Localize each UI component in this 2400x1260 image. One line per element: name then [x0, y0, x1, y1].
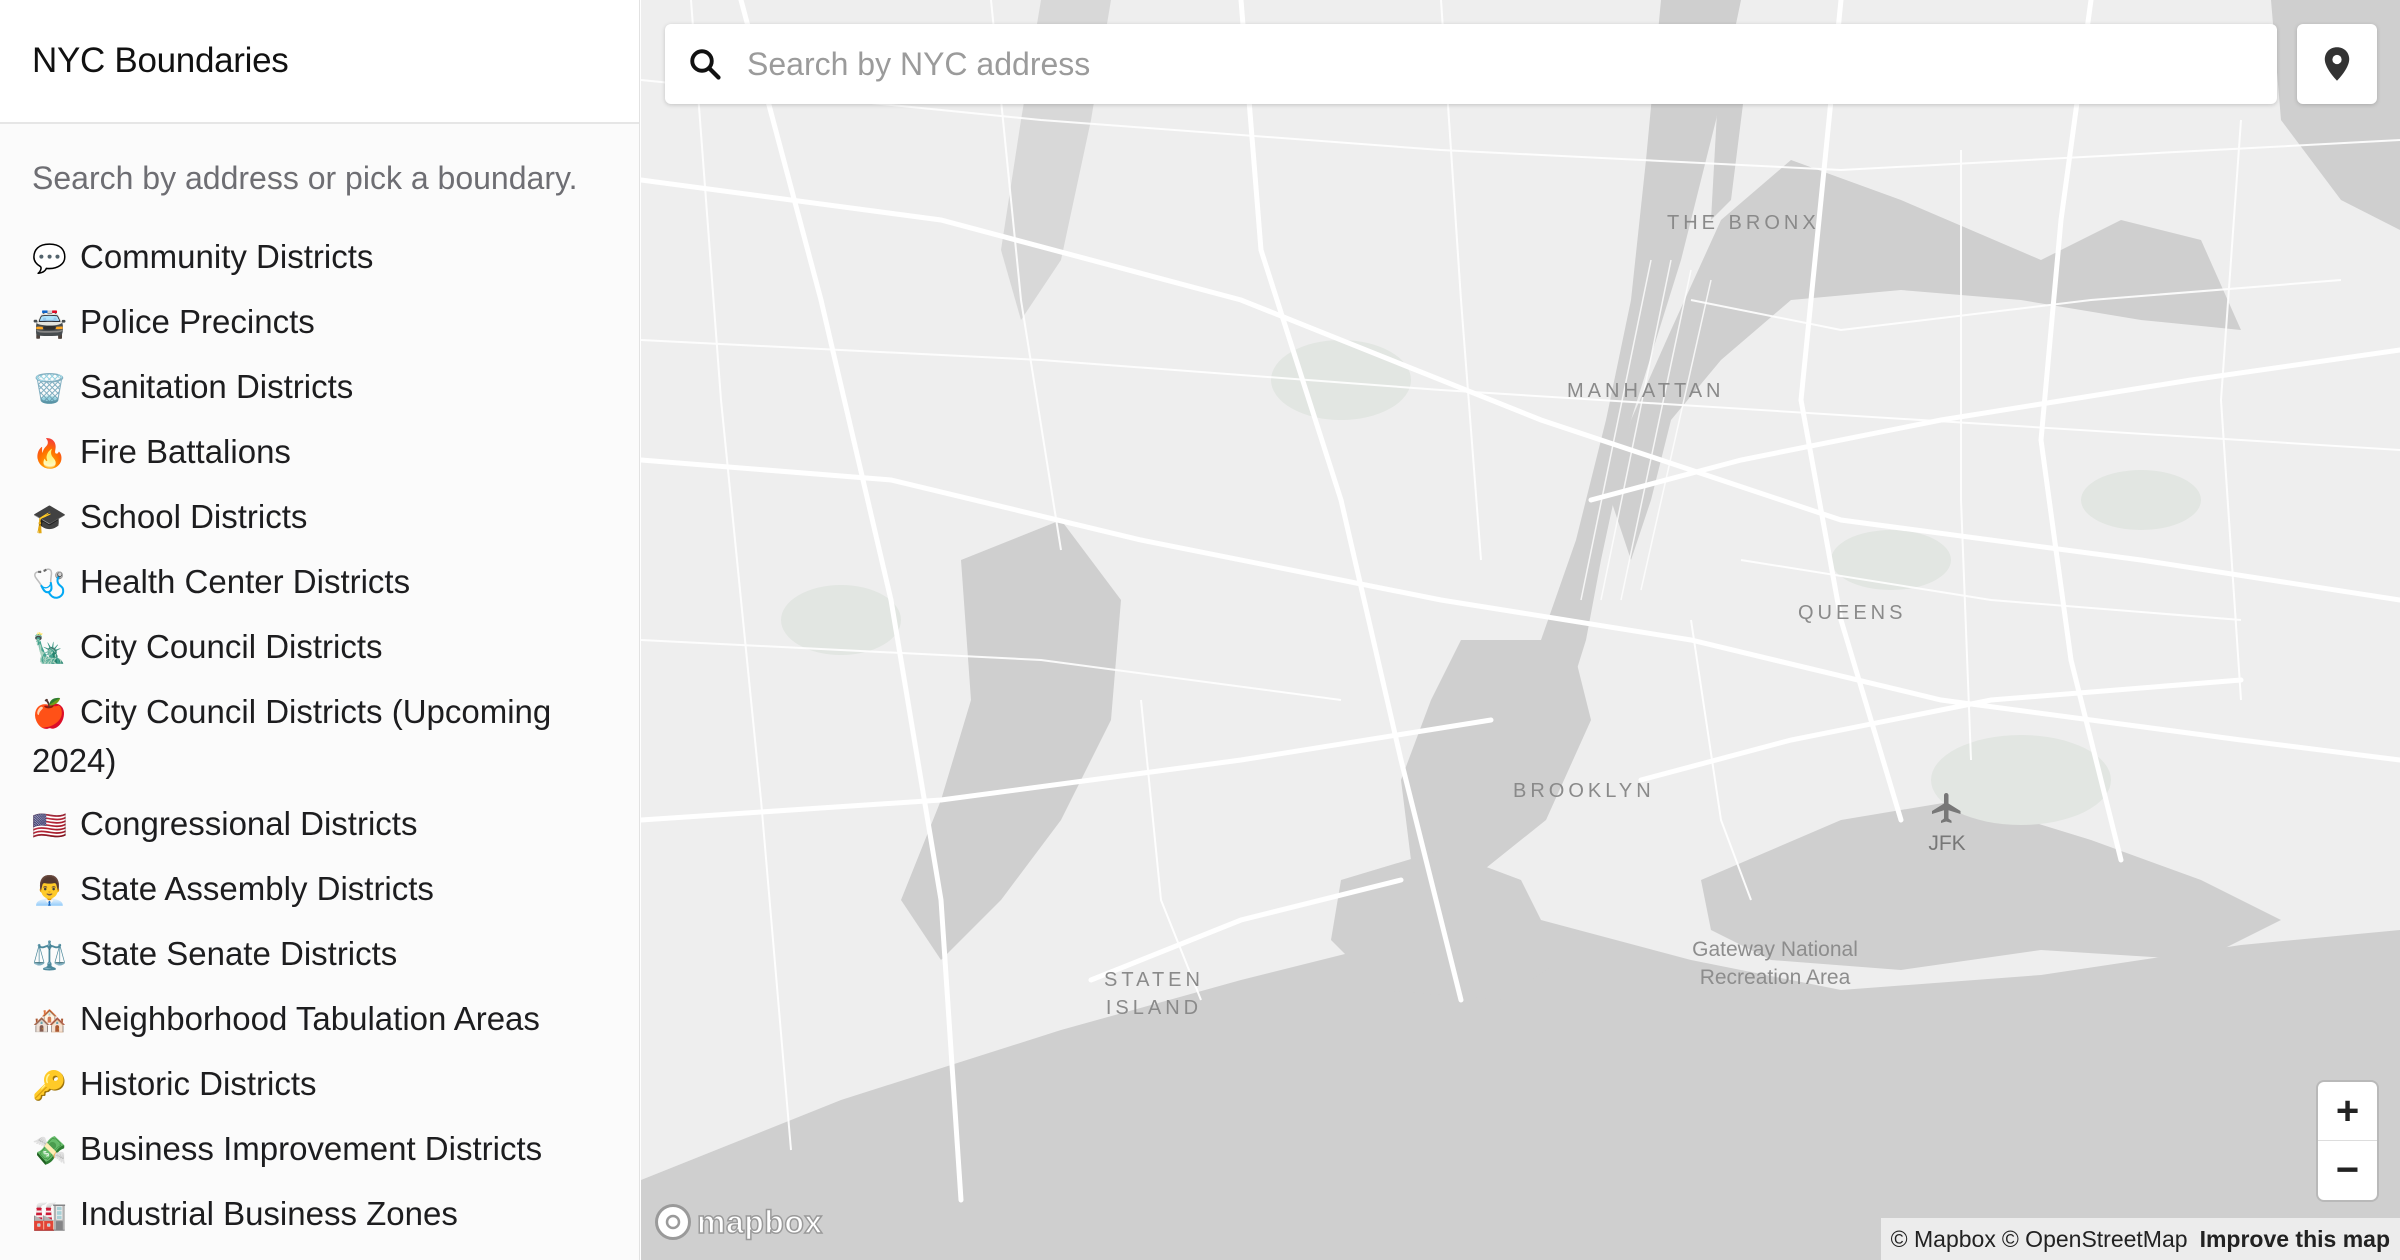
boundary-label: School Districts	[80, 498, 308, 535]
app-title: NYC Boundaries	[32, 41, 289, 80]
map[interactable]: THE BRONX MANHATTAN QUEENS BROOKLYN STAT…	[641, 0, 2400, 1260]
mapbox-logo[interactable]: mapbox	[655, 1200, 823, 1244]
boundary-emoji-icon: 🗑️	[32, 373, 67, 404]
boundary-label: Sanitation Districts	[80, 368, 354, 405]
boundary-emoji-icon: 🔥	[32, 438, 67, 469]
boundary-item[interactable]: 🔑 Historic Districts	[32, 1052, 607, 1117]
attribution-osm-link[interactable]: © OpenStreetMap	[2002, 1226, 2188, 1253]
improve-map-link[interactable]: Improve this map	[2200, 1226, 2390, 1253]
mapbox-logo-icon	[655, 1204, 691, 1240]
map-label-bronx: THE BRONX	[1667, 212, 1820, 234]
sidebar: NYC Boundaries Search by address or pick…	[0, 0, 640, 1260]
address-search-input[interactable]	[745, 28, 2277, 100]
boundary-item[interactable]: 💸 Business Improvement Districts	[32, 1117, 607, 1182]
map-label-brooklyn: BROOKLYN	[1513, 780, 1655, 802]
search-bar	[665, 24, 2277, 104]
boundary-item[interactable]: 🇺🇸 Congressional Districts	[32, 792, 607, 857]
boundary-label: State Assembly Districts	[80, 870, 434, 907]
airport-marker: JFK	[1919, 790, 1975, 856]
boundary-label: Historic Districts	[80, 1065, 317, 1102]
boundary-label: Police Precincts	[80, 303, 315, 340]
boundary-emoji-icon: 💸	[32, 1135, 67, 1166]
boundary-emoji-icon: 👨‍💼	[32, 875, 67, 906]
attribution-mapbox-link[interactable]: © Mapbox	[1891, 1226, 1996, 1253]
zoom-in-button[interactable]: +	[2318, 1082, 2377, 1140]
boundary-emoji-icon: 🗽	[32, 633, 67, 664]
boundary-item[interactable]: 🗽 City Council Districts	[32, 615, 607, 680]
sidebar-header: NYC Boundaries	[0, 0, 639, 124]
boundary-emoji-icon: 🎓	[32, 503, 67, 534]
locate-button[interactable]	[2297, 24, 2377, 104]
boundary-item[interactable]: 🔥 Fire Battalions	[32, 420, 607, 485]
map-label-queens: QUEENS	[1798, 602, 1907, 624]
map-label-staten-island: STATEN ISLAND	[1104, 969, 1204, 1019]
zoom-control: + −	[2318, 1082, 2377, 1200]
boundary-label: Congressional Districts	[80, 805, 418, 842]
boundary-emoji-icon: 🇺🇸	[32, 810, 67, 841]
boundary-list: 💬 Community Districts 🚔 Police Precincts 🗑️ S…	[0, 225, 639, 1247]
airport-label: JFK	[1928, 832, 1966, 855]
boundary-emoji-icon: 💬	[32, 243, 67, 274]
boundary-label: Industrial Business Zones	[80, 1195, 458, 1232]
map-label-gateway: Gateway National Recreation Area	[1692, 938, 1858, 989]
airplane-icon	[1932, 793, 1961, 823]
boundary-item[interactable]: 🍎 City Council Districts (Upcoming 2024)	[32, 680, 607, 792]
boundary-label: Health Center Districts	[80, 563, 411, 600]
boundary-label: City Council Districts (Upcoming 2024)	[32, 693, 552, 779]
boundary-label: Fire Battalions	[80, 433, 291, 470]
boundary-item[interactable]: 🗑️ Sanitation Districts	[32, 355, 607, 420]
boundary-emoji-icon: 🏭	[32, 1200, 67, 1231]
map-basemap	[641, 0, 2400, 1260]
boundary-emoji-icon: 🩺	[32, 568, 67, 599]
mapbox-logo-text: mapbox	[696, 1203, 823, 1241]
boundary-item[interactable]: 🏘️ Neighborhood Tabulation Areas	[32, 987, 607, 1052]
location-pin-icon	[2324, 47, 2350, 81]
boundary-item[interactable]: 🎓 School Districts	[32, 485, 607, 550]
boundary-emoji-icon: 🍎	[32, 698, 67, 729]
boundary-item[interactable]: 🏭 Industrial Business Zones	[32, 1182, 607, 1247]
boundary-label: State Senate Districts	[80, 935, 398, 972]
map-attribution: © Mapbox © OpenStreetMap Improve this ma…	[1880, 1218, 2400, 1260]
map-label-manhattan: MANHATTAN	[1567, 380, 1725, 402]
boundary-label: City Council Districts	[80, 628, 383, 665]
intro-text: Search by address or pick a boundary.	[32, 160, 578, 196]
zoom-out-button[interactable]: −	[2318, 1141, 2377, 1199]
boundary-item[interactable]: 🚔 Police Precincts	[32, 290, 607, 355]
boundary-emoji-icon: ⚖️	[32, 940, 67, 971]
boundary-emoji-icon: 🏘️	[32, 1005, 67, 1036]
boundary-label: Business Improvement Districts	[80, 1130, 543, 1167]
boundary-item[interactable]: 🩺 Health Center Districts	[32, 550, 607, 615]
boundary-item[interactable]: ⚖️ State Senate Districts	[32, 922, 607, 987]
boundary-label: Community Districts	[80, 238, 374, 275]
search-icon	[665, 24, 745, 104]
boundary-emoji-icon: 🔑	[32, 1070, 67, 1101]
boundary-item[interactable]: 👨‍💼 State Assembly Districts	[32, 857, 607, 922]
boundary-emoji-icon: 🚔	[32, 308, 67, 339]
boundary-item[interactable]: 💬 Community Districts	[32, 225, 607, 290]
boundary-label: Neighborhood Tabulation Areas	[80, 1000, 540, 1037]
